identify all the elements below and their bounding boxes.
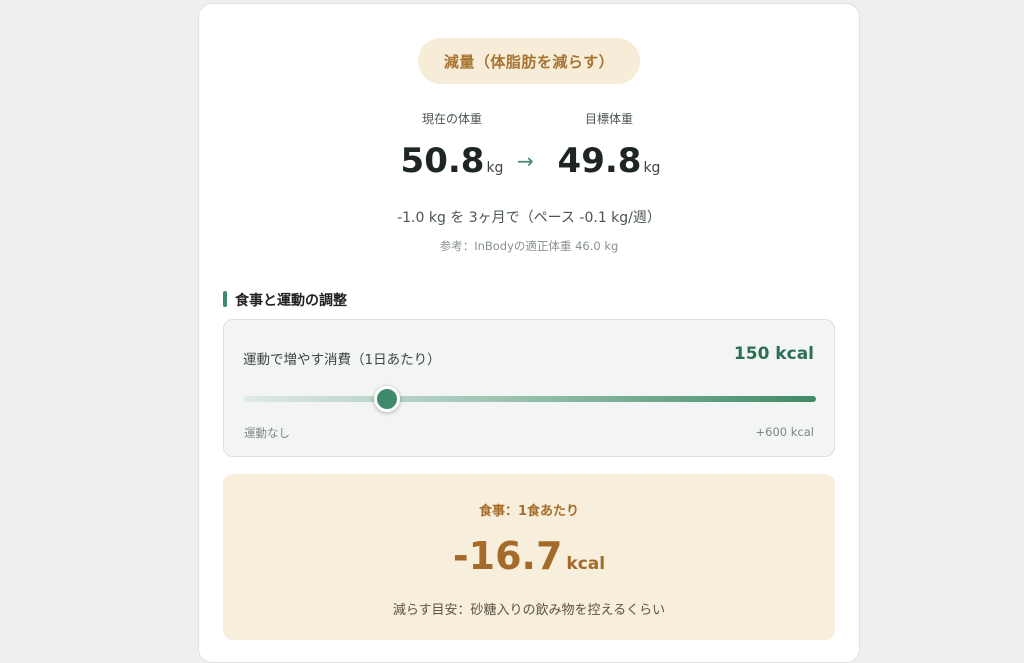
reference-text: 参考：InBodyの適正体重 46.0 kg [439,239,619,253]
goal-badge[interactable]: 減量（体脂肪を減らす） [418,38,640,84]
section-title: 食事と運動の調整 [223,290,347,310]
current-weight-unit: kg [486,160,504,176]
meal-label: 食事：1食あたり [478,504,580,519]
target-weight: 目標体重 49.8 kg [554,110,664,188]
meal-value: -16.7 [452,534,563,578]
meal-card: 食事：1食あたり -16.7 kcal 減らす目安：砂糖入りの飲み物を控えるくらい [223,474,835,640]
meal-unit: kcal [566,554,606,574]
current-weight: 現在の体重 50.8 kg [397,110,507,188]
exercise-slider-handle[interactable] [374,386,400,412]
range-max-label: +600 kcal [755,425,814,439]
current-weight-value: 50.8 [400,141,485,181]
target-weight-label: 目標体重 [584,112,633,126]
exercise-label: 運動で増やす消費（1日あたり） [243,352,441,368]
range-min-label: 運動なし [244,426,290,440]
goal-card: 減量（体脂肪を減らす） 現在の体重 50.8 kg → 目標体重 49.8 kg -… [198,3,860,663]
exercise-slider-track[interactable] [244,396,816,402]
exercise-slider-card: 運動で増やす消費（1日あたり） 150 kcal 運動なし +600 kcal [223,319,835,457]
pace-text: -1.0 kg を 3ヶ月で（ペース -0.1 kg/週） [397,210,661,226]
current-weight-label: 現在の体重 [421,112,482,126]
arrow-right-icon: → [517,149,534,173]
target-weight-value: 49.8 [557,141,642,181]
meal-hint: 減らす目安：砂糖入りの飲み物を控えるくらい [392,603,666,618]
target-weight-unit: kg [643,160,661,176]
exercise-value: 150 kcal [733,344,814,364]
